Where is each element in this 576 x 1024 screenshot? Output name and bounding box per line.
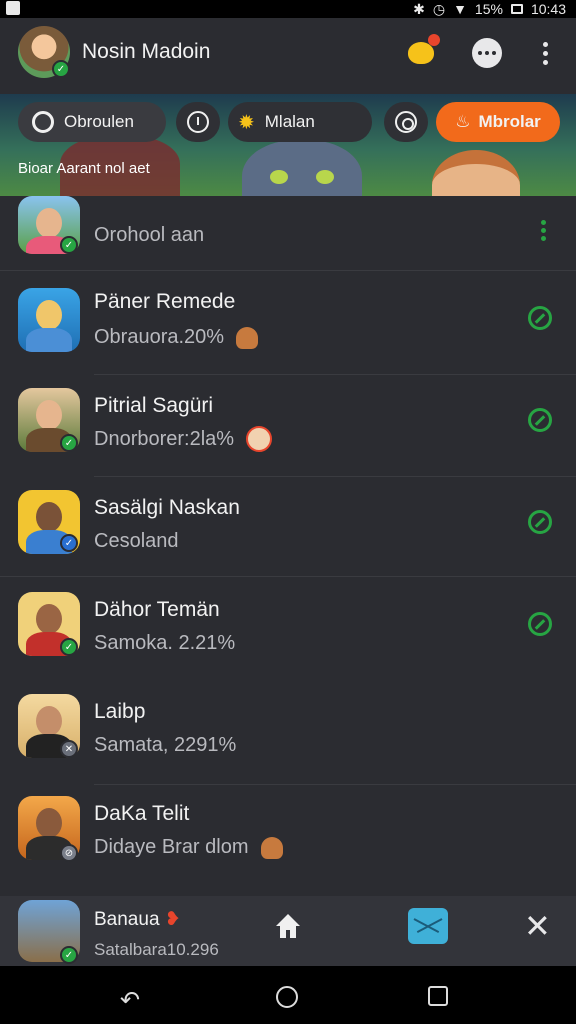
signal-text: 15% bbox=[474, 1, 503, 17]
flame-icon: ♨ bbox=[455, 112, 471, 131]
divider bbox=[94, 476, 576, 477]
filter-banner: Obroulen ✹ Mlalan ♨ Mbrolar Bioar Aarant… bbox=[0, 94, 576, 196]
status-bar: ✱ ◷ ▼ 15% 10:43 bbox=[0, 0, 576, 18]
notification-dot bbox=[428, 34, 440, 46]
contact-list: ✓ Orohool aan Päner Remede Obrauora.20% … bbox=[0, 196, 576, 896]
verified-badge-icon: ✓ bbox=[60, 534, 78, 552]
home-nav-button[interactable] bbox=[276, 986, 298, 1008]
sun-icon: ✹ bbox=[238, 111, 255, 134]
filter-chip-3-label: Mlalan bbox=[264, 112, 315, 131]
battery-icon bbox=[510, 4, 523, 14]
bluetooth-icon: ✱ bbox=[413, 0, 425, 17]
list-item-subtitle: Didaye Brar dlom bbox=[94, 836, 249, 858]
filter-chip-5[interactable]: ♨ Mbrolar bbox=[436, 102, 560, 142]
page-title: Nosin Madoin bbox=[82, 40, 211, 63]
list-item-title: Dähor Temän bbox=[94, 598, 220, 621]
verified-badge-icon: ✓ bbox=[52, 60, 70, 78]
online-status-icon bbox=[528, 612, 552, 636]
more-vert-icon bbox=[542, 41, 548, 47]
recents-button[interactable] bbox=[428, 986, 448, 1006]
list-item-subtitle: Obrauora.20% bbox=[94, 326, 225, 348]
timer-icon bbox=[187, 111, 209, 133]
bottom-action-bar: ✓ Banaua ❥ Satalbara10.296 ✕ bbox=[0, 896, 576, 966]
chat-bubble-icon bbox=[472, 38, 502, 68]
chat-button[interactable] bbox=[470, 36, 504, 70]
notification-icon bbox=[6, 1, 20, 15]
list-item-subtitle: Samoka. 2.21% bbox=[94, 632, 236, 654]
more-vert-icon[interactable] bbox=[541, 220, 546, 241]
list-item[interactable]: Päner Remede Obrauora.20% bbox=[0, 284, 576, 374]
alarm-icon: ◷ bbox=[432, 0, 446, 17]
online-status-icon bbox=[528, 510, 552, 534]
divider bbox=[94, 374, 576, 375]
list-item-title: Pitrial Sagüri bbox=[94, 394, 214, 417]
verified-badge-icon: ✓ bbox=[60, 946, 78, 964]
divider bbox=[94, 784, 576, 785]
list-item[interactable]: ✓ Sasälgi Naskan Cesoland bbox=[0, 488, 576, 576]
wave-emoji-icon bbox=[260, 836, 283, 859]
wave-emoji-icon bbox=[236, 326, 259, 349]
target-icon bbox=[395, 111, 417, 133]
list-item[interactable]: ✓ Pitrial Sagüri Dnorborer:2la% bbox=[0, 386, 576, 476]
app-header: ✓ Nosin Madoin bbox=[0, 18, 576, 94]
smile-emoji-icon bbox=[246, 426, 273, 452]
mascot-icon bbox=[408, 34, 440, 64]
filter-chip-2[interactable] bbox=[176, 102, 220, 142]
list-item[interactable]: ✓ Dähor Temän Samoka. 2.21% bbox=[0, 592, 576, 680]
home-button[interactable] bbox=[272, 910, 304, 942]
online-status-icon bbox=[528, 408, 552, 432]
list-item-subtitle: Cesoland bbox=[94, 530, 179, 552]
divider bbox=[0, 576, 576, 577]
globe-icon bbox=[32, 111, 54, 133]
verified-badge-icon: ✓ bbox=[60, 434, 78, 452]
list-item-subtitle: Orohool aan bbox=[94, 224, 205, 246]
banner-character-art bbox=[432, 150, 520, 196]
filter-chip-3[interactable]: ✹ Mlalan bbox=[228, 102, 372, 142]
list-item-title: Sasälgi Naskan bbox=[94, 496, 240, 519]
banner-creature-art bbox=[242, 140, 362, 196]
back-button[interactable]: ↶ bbox=[120, 986, 140, 1015]
list-item-subtitle: Samata, 2291% bbox=[94, 734, 237, 756]
divider bbox=[0, 270, 576, 271]
mascot-notification-button[interactable] bbox=[404, 34, 440, 70]
filter-chip-1[interactable]: Obroulen bbox=[18, 102, 166, 142]
mail-button[interactable] bbox=[408, 908, 448, 944]
online-status-icon bbox=[528, 306, 552, 330]
list-item-subtitle: Dnorborer:2la% bbox=[94, 427, 235, 450]
banner-caption: Bioar Aarant nol aet bbox=[18, 160, 150, 177]
wifi-icon: ▼ bbox=[453, 1, 467, 17]
list-item[interactable]: ⊘ DaKa Telit Didaye Brar dlom bbox=[0, 794, 576, 886]
list-item-title: Päner Remede bbox=[94, 290, 236, 313]
avatar bbox=[18, 288, 80, 352]
clock: 10:43 bbox=[530, 1, 566, 17]
close-button[interactable]: ✕ bbox=[524, 910, 551, 942]
verified-badge-icon: ✓ bbox=[60, 638, 78, 656]
list-item[interactable]: ✓ Orohool aan bbox=[0, 196, 576, 270]
filter-chip-4[interactable] bbox=[384, 102, 428, 142]
overflow-menu-button[interactable] bbox=[528, 36, 562, 70]
action-bar-title: Banaua bbox=[94, 909, 160, 930]
action-bar-subtitle: Satalbara10.296 bbox=[94, 940, 219, 959]
verified-badge-icon: ⊘ bbox=[60, 844, 78, 862]
filter-chip-1-label: Obroulen bbox=[64, 112, 134, 131]
list-item-title: Laibp bbox=[94, 700, 146, 723]
system-nav-bar: ↶ bbox=[0, 966, 576, 1024]
list-item-title: DaKa Telit bbox=[94, 802, 190, 825]
heart-emoji-icon: ❥ bbox=[164, 909, 181, 930]
verified-badge-icon: ✓ bbox=[60, 236, 78, 254]
verified-badge-icon: ✕ bbox=[60, 740, 78, 758]
filter-chip-5-label: Mbrolar bbox=[478, 112, 541, 131]
list-item[interactable]: ✕ Laibp Samata, 2291% bbox=[0, 692, 576, 782]
